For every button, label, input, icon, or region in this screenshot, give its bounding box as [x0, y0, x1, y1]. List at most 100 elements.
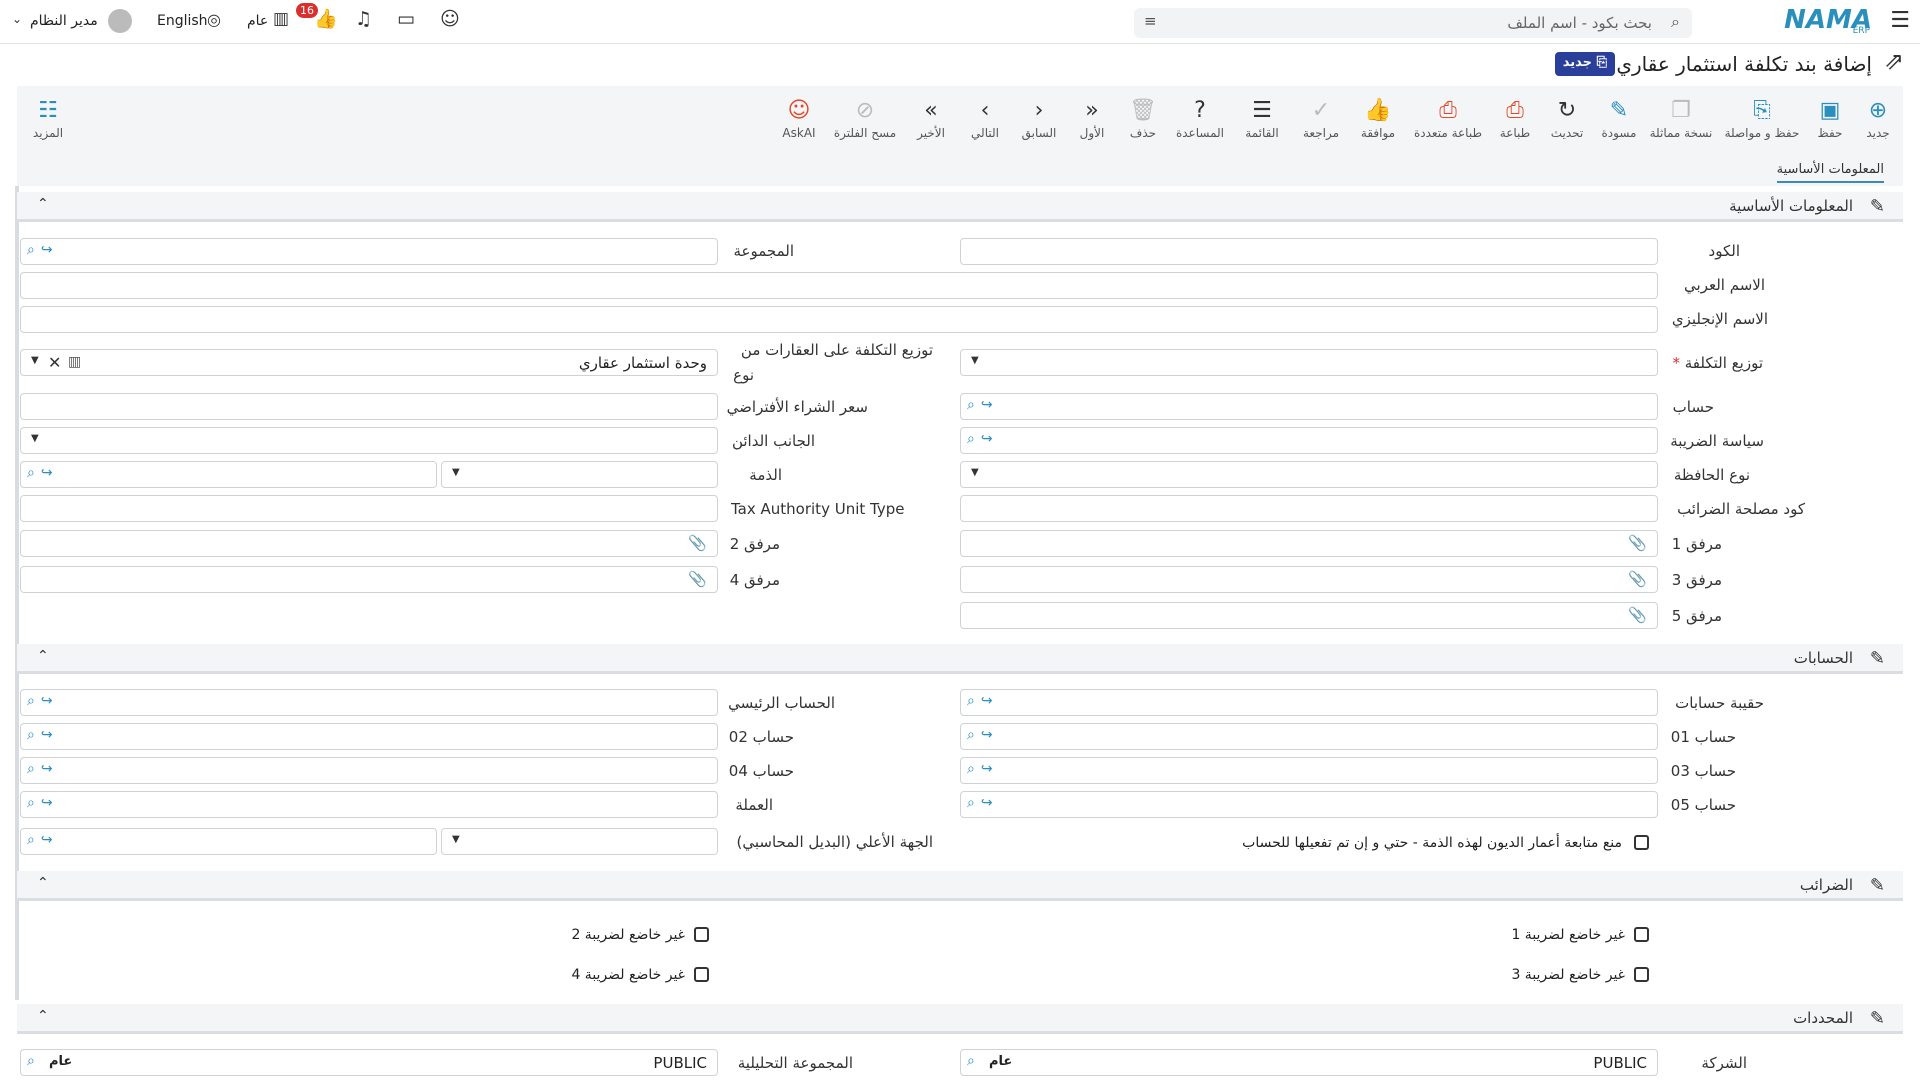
portfolio-type-select[interactable]: ▼	[960, 461, 1658, 488]
attachment1-input[interactable]: 📎	[960, 530, 1658, 557]
lookup-icons[interactable]: ⌕↪	[27, 832, 59, 848]
main-account-input[interactable]: ⌕↪	[20, 689, 718, 716]
account03-input[interactable]: ⌕↪	[960, 757, 1658, 784]
code-input[interactable]	[960, 238, 1658, 265]
lookup-icons[interactable]: ⌕↪	[967, 761, 999, 777]
paperclip-icon[interactable]: 📎	[1628, 606, 1647, 624]
clone-button[interactable]: ❐ نسخة مماثلة	[1645, 86, 1717, 154]
lookup-icons[interactable]: ⌕↪	[27, 242, 59, 258]
lookup-icons[interactable]: ⌕↪	[967, 397, 999, 413]
subsidiary-input[interactable]: ⌕↪	[20, 461, 437, 488]
avatar[interactable]	[108, 9, 132, 33]
approve-button[interactable]: 👍 موافقة	[1349, 86, 1407, 154]
refresh-button[interactable]: ↻ تحديث	[1541, 86, 1593, 154]
building-icon[interactable]: ▥	[273, 11, 289, 28]
not-taxable3-checkbox[interactable]	[1634, 967, 1649, 982]
lookup-icons[interactable]: ⌕↪	[27, 761, 59, 777]
attachment5-input[interactable]: 📎	[960, 602, 1658, 629]
draft-button[interactable]: ✎ مسودة	[1593, 86, 1645, 154]
not-taxable4-checkbox[interactable]	[694, 967, 709, 982]
bell-icon[interactable]: ♫	[355, 10, 372, 29]
paperclip-icon[interactable]: 📎	[688, 534, 707, 552]
default-purchase-price-input[interactable]	[20, 393, 718, 420]
filter-icon[interactable]: ≡	[1144, 14, 1157, 29]
print-button[interactable]: ⎙ طباعة	[1489, 86, 1541, 154]
account04-input[interactable]: ⌕↪	[20, 757, 718, 784]
new-button[interactable]: ⊕ جديد	[1853, 86, 1903, 154]
company-input[interactable]: ⌕ عام PUBLIC	[960, 1049, 1658, 1076]
higher-entity-input[interactable]: ⌕↪	[20, 828, 437, 855]
section-accounts[interactable]: ✎ الحسابات ⌃	[17, 644, 1903, 674]
clear-icon[interactable]: ✕	[48, 353, 61, 372]
save-continue-button[interactable]: ⎘ حفظ و مواصلة	[1717, 86, 1807, 154]
arabic-name-input[interactable]	[20, 272, 1658, 299]
askai-button[interactable]: ☺ AskAI	[771, 86, 827, 154]
account01-input[interactable]: ⌕↪	[960, 723, 1658, 750]
tax-policy-input[interactable]: ⌕↪	[960, 427, 1658, 454]
account02-input[interactable]: ⌕↪	[20, 723, 718, 750]
list-button[interactable]: ☰ القائمة	[1231, 86, 1293, 154]
language-switch[interactable]: English	[157, 13, 208, 29]
analytic-group-input[interactable]: ⌕ عام PUBLIC	[20, 1049, 718, 1076]
not-taxable2-checkbox[interactable]	[694, 927, 709, 942]
attachment4-input[interactable]: 📎	[20, 566, 718, 593]
lookup-icons[interactable]: ⌕↪	[27, 693, 59, 709]
next-button[interactable]: ‹ التالي	[959, 86, 1011, 154]
account05-input[interactable]: ⌕↪	[960, 791, 1658, 818]
globe-icon[interactable]: ◎	[207, 12, 221, 28]
credit-side-select[interactable]: ▼	[20, 427, 718, 454]
ai-assistant-icon[interactable]: ☺	[440, 10, 460, 29]
more-button[interactable]: ☷ المزيد	[17, 86, 79, 154]
multi-print-button[interactable]: ⎙ طباعة متعددة	[1407, 86, 1489, 154]
user-name[interactable]: مدير النظام	[30, 13, 98, 29]
group-input[interactable]: ⌕↪	[20, 238, 718, 265]
section-dimensions[interactable]: ✎ المحددات ⌃	[17, 1004, 1903, 1034]
chevron-down-icon[interactable]: ⌄	[12, 13, 22, 25]
chevron-up-icon[interactable]: ⌃	[37, 648, 49, 664]
account-bag-input[interactable]: ⌕↪	[960, 689, 1658, 716]
attachment2-input[interactable]: 📎	[20, 530, 718, 557]
paperclip-icon[interactable]: 📎	[1628, 534, 1647, 552]
review-button[interactable]: ✓ مراجعة	[1293, 86, 1349, 154]
delete-button[interactable]: 🗑 حذف	[1117, 86, 1169, 154]
search-input[interactable]: ⌕ بحث بكود - اسم الملف ≡	[1134, 8, 1692, 38]
lookup-icons[interactable]: ⌕↪	[27, 727, 59, 743]
higher-entity-type-select[interactable]: ▼	[441, 828, 718, 855]
search-icon[interactable]: ⌕	[27, 1053, 35, 1069]
section-basic-info[interactable]: ✎ المعلومات الأساسية ⌃	[17, 192, 1903, 222]
paperclip-icon[interactable]: 📎	[1628, 570, 1647, 588]
prev-button[interactable]: › السابق	[1011, 86, 1067, 154]
section-taxes[interactable]: ✎ الضرائب ⌃	[17, 871, 1903, 901]
attachment3-input[interactable]: 📎	[960, 566, 1658, 593]
help-button[interactable]: ? المساعدة	[1169, 86, 1231, 154]
last-button[interactable]: «الأخير	[903, 86, 959, 154]
lookup-icons[interactable]: ⌕↪	[967, 431, 999, 447]
menu-icon[interactable]: ☰	[1890, 10, 1910, 32]
lookup-icons[interactable]: ⌕↪	[967, 795, 999, 811]
first-button[interactable]: » الأول	[1067, 86, 1117, 154]
chevron-up-icon[interactable]: ⌃	[37, 196, 49, 212]
chevron-up-icon[interactable]: ⌃	[37, 1008, 49, 1024]
not-taxable1-checkbox[interactable]	[1634, 927, 1649, 942]
chevron-up-icon[interactable]: ⌃	[37, 875, 49, 891]
chat-icon[interactable]: ▭	[397, 10, 415, 29]
search-icon[interactable]: ⌕	[967, 1053, 975, 1069]
clear-filter-button[interactable]: ⊘ مسح الفلترة	[827, 86, 903, 154]
lookup-icons[interactable]: ⌕↪	[27, 465, 59, 481]
prevent-debt-aging-checkbox[interactable]	[1634, 835, 1649, 850]
lookup-icons[interactable]: ⌕↪	[967, 693, 999, 709]
cost-distribution-select[interactable]: ▼	[960, 349, 1658, 376]
tab-basic-info[interactable]: المعلومات الأساسية	[1776, 162, 1884, 183]
distribute-type-select[interactable]: ▼ ✕ ▥ وحدة استثمار عقاري	[20, 349, 718, 376]
tax-authority-code-input[interactable]	[960, 495, 1658, 522]
subsidiary-type-select[interactable]: ▼	[441, 461, 718, 488]
account-input[interactable]: ⌕↪	[960, 393, 1658, 420]
save-button[interactable]: ▣ حفظ	[1807, 86, 1853, 154]
public-label[interactable]: عام	[247, 13, 268, 29]
lookup-icons[interactable]: ⌕↪	[967, 727, 999, 743]
currency-input[interactable]: ⌕↪	[20, 791, 718, 818]
tax-authority-unit-type-input[interactable]	[20, 495, 718, 522]
paperclip-icon[interactable]: 📎	[688, 570, 707, 588]
chevron-down-icon[interactable]: ▼	[31, 355, 39, 366]
english-name-input[interactable]	[20, 306, 1658, 333]
